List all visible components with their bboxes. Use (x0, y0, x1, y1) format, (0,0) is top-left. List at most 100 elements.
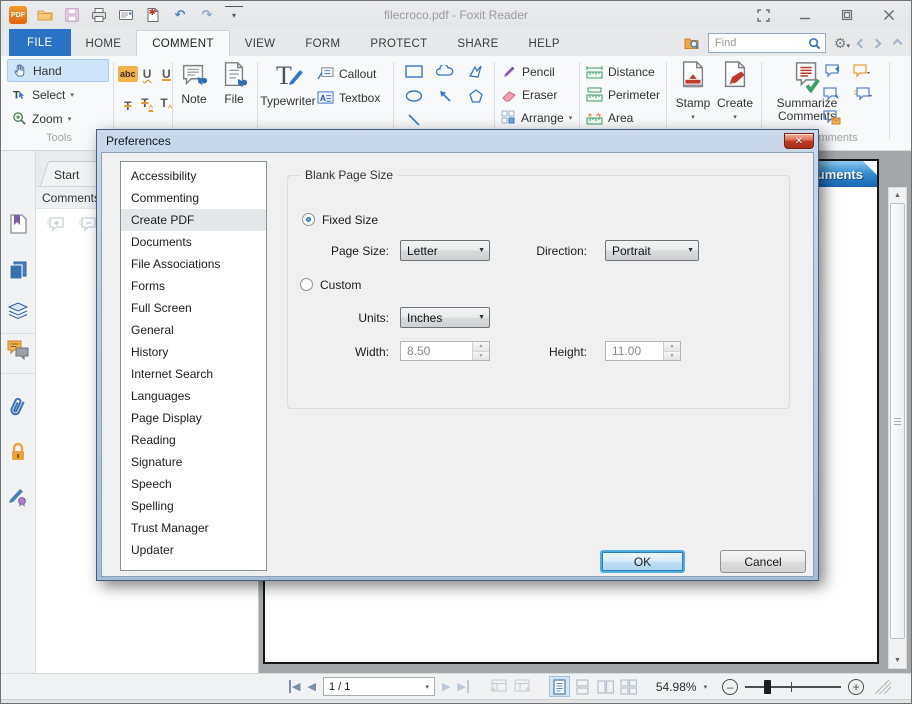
preferences-category-list[interactable]: Accessibility Commenting Create PDF Docu… (120, 161, 267, 571)
close-icon[interactable] (881, 8, 897, 22)
insert-text-icon[interactable]: T^ (160, 96, 172, 115)
minimize-icon[interactable] (797, 8, 813, 22)
list-item[interactable]: Accessibility (121, 165, 266, 187)
polygon-icon[interactable] (469, 89, 483, 103)
list-item-selected[interactable]: Create PDF (121, 209, 266, 231)
list-item[interactable]: Full Screen (121, 297, 266, 319)
continuous-layout-icon[interactable] (572, 676, 593, 697)
custom-label[interactable]: Custom (320, 278, 361, 292)
facing-layout-icon[interactable] (595, 676, 616, 697)
preferences-dialog-titlebar[interactable]: Preferences ✕ (101, 130, 814, 152)
rectangle-icon[interactable] (405, 65, 423, 78)
search-folder-icon[interactable] (684, 35, 700, 51)
zoom-out-button[interactable]: – (722, 679, 738, 695)
restore-icon[interactable] (839, 8, 855, 22)
vertical-scrollbar[interactable]: ▲ ▼ (888, 187, 907, 669)
single-page-layout-icon[interactable] (549, 676, 570, 697)
list-item[interactable]: History (121, 341, 266, 363)
direction-select[interactable]: Portrait ▼ (605, 240, 699, 261)
list-item[interactable]: General (121, 319, 266, 341)
collapse-comments-icon[interactable] (78, 217, 96, 232)
scroll-up-icon[interactable]: ▲ (894, 188, 901, 203)
height-spin-up-icon[interactable]: ▲ (664, 342, 680, 352)
width-spin-down-icon[interactable]: ▼ (473, 352, 489, 361)
undo-icon[interactable]: ↶ (171, 6, 189, 24)
open-icon[interactable] (36, 6, 54, 24)
reply-comment-icon[interactable] (823, 64, 843, 79)
email-icon[interactable] (117, 6, 135, 24)
comments-list-icon[interactable] (853, 87, 873, 102)
highlight-icon[interactable]: abc (118, 66, 138, 82)
tab-share[interactable]: SHARE (442, 31, 513, 56)
cloud-icon[interactable] (435, 65, 454, 78)
list-item[interactable]: Reading (121, 429, 266, 451)
cancel-button[interactable]: Cancel (720, 550, 806, 573)
distance-button[interactable]: Distance (586, 64, 660, 79)
list-item[interactable]: Documents (121, 231, 266, 253)
customize-qat-dropdown-icon[interactable]: ▾ (225, 6, 243, 24)
callout-button[interactable]: Callout (317, 66, 380, 81)
zoom-slider[interactable] (745, 678, 841, 696)
create-blank-pdf-icon[interactable]: ✱ (144, 6, 162, 24)
tab-view[interactable]: VIEW (230, 31, 291, 56)
prev-result-icon[interactable] (857, 38, 867, 48)
oval-icon[interactable] (405, 90, 423, 102)
bookmarks-panel-icon[interactable] (7, 213, 29, 235)
last-page-button[interactable]: ▶ (457, 680, 468, 693)
zoom-percentage[interactable]: 54.98% (656, 680, 697, 694)
typewriter-button[interactable]: T Typewriter (259, 60, 317, 108)
list-item[interactable]: Spelling (121, 495, 266, 517)
page-size-select[interactable]: Letter ▼ (400, 240, 490, 261)
expand-comments-icon[interactable] (46, 217, 64, 232)
page-number-combo[interactable]: 1 / 1 ▾ (323, 677, 435, 696)
list-item[interactable]: Languages (121, 385, 266, 407)
popup-note-icon[interactable] (853, 64, 873, 79)
fixed-size-radio[interactable] (302, 213, 315, 226)
hand-tool-button[interactable]: Hand (7, 59, 109, 82)
tab-form[interactable]: FORM (290, 31, 355, 56)
email-comment-icon[interactable] (823, 110, 843, 125)
scroll-down-icon[interactable]: ▼ (894, 653, 901, 668)
list-item[interactable]: Speech (121, 473, 266, 495)
width-spin-up-icon[interactable]: ▲ (473, 342, 489, 352)
ok-button[interactable]: OK (600, 550, 685, 573)
zoom-slider-thumb[interactable] (764, 680, 771, 694)
file-attach-button[interactable]: File (213, 60, 255, 106)
note-button[interactable]: Note (173, 60, 215, 106)
continuous-facing-layout-icon[interactable] (618, 676, 639, 697)
next-result-icon[interactable] (872, 38, 882, 48)
dialog-close-icon[interactable]: ✕ (784, 133, 814, 149)
stamp-button[interactable]: Stamp ▾ (671, 60, 715, 121)
pencil-button[interactable]: Pencil (501, 64, 572, 80)
list-item[interactable]: Internet Search (121, 363, 266, 385)
save-icon[interactable] (63, 6, 81, 24)
tab-help[interactable]: HELP (514, 31, 575, 56)
height-spin-down-icon[interactable]: ▼ (664, 352, 680, 361)
redo-icon[interactable]: ↷ (198, 6, 216, 24)
tab-file[interactable]: FILE (9, 29, 71, 56)
security-panel-icon[interactable] (7, 441, 29, 463)
signature-panel-icon[interactable] (7, 486, 29, 508)
previous-view-icon[interactable] (489, 679, 507, 694)
width-spinner[interactable]: 8.50 ▲▼ (400, 341, 490, 361)
print-icon[interactable] (90, 6, 108, 24)
list-item[interactable]: Updater (121, 539, 266, 561)
first-page-button[interactable]: ◀ (289, 680, 300, 693)
layers-panel-icon[interactable] (7, 299, 29, 321)
forward-comment-icon[interactable] (823, 87, 843, 102)
create-stamp-button[interactable]: Create ▾ (713, 60, 757, 121)
zoom-in-button[interactable]: + (848, 679, 864, 695)
textbox-button[interactable]: A Textbox (317, 90, 380, 105)
comments-panel-icon[interactable] (7, 339, 29, 361)
find-input[interactable]: Find (708, 33, 826, 53)
underline-icon[interactable]: U (162, 67, 171, 81)
area-button[interactable]: Area (586, 110, 660, 125)
scrollbar-thumb[interactable] (890, 203, 905, 639)
list-item[interactable]: Forms (121, 275, 266, 297)
custom-radio[interactable] (300, 278, 313, 291)
strikeout-icon[interactable]: T (124, 99, 131, 113)
fullscreen-icon[interactable] (755, 8, 771, 22)
select-tool-button[interactable]: T Select▾ (7, 83, 109, 106)
resize-grip[interactable] (875, 680, 891, 694)
tab-comment[interactable]: COMMENT (136, 30, 230, 56)
